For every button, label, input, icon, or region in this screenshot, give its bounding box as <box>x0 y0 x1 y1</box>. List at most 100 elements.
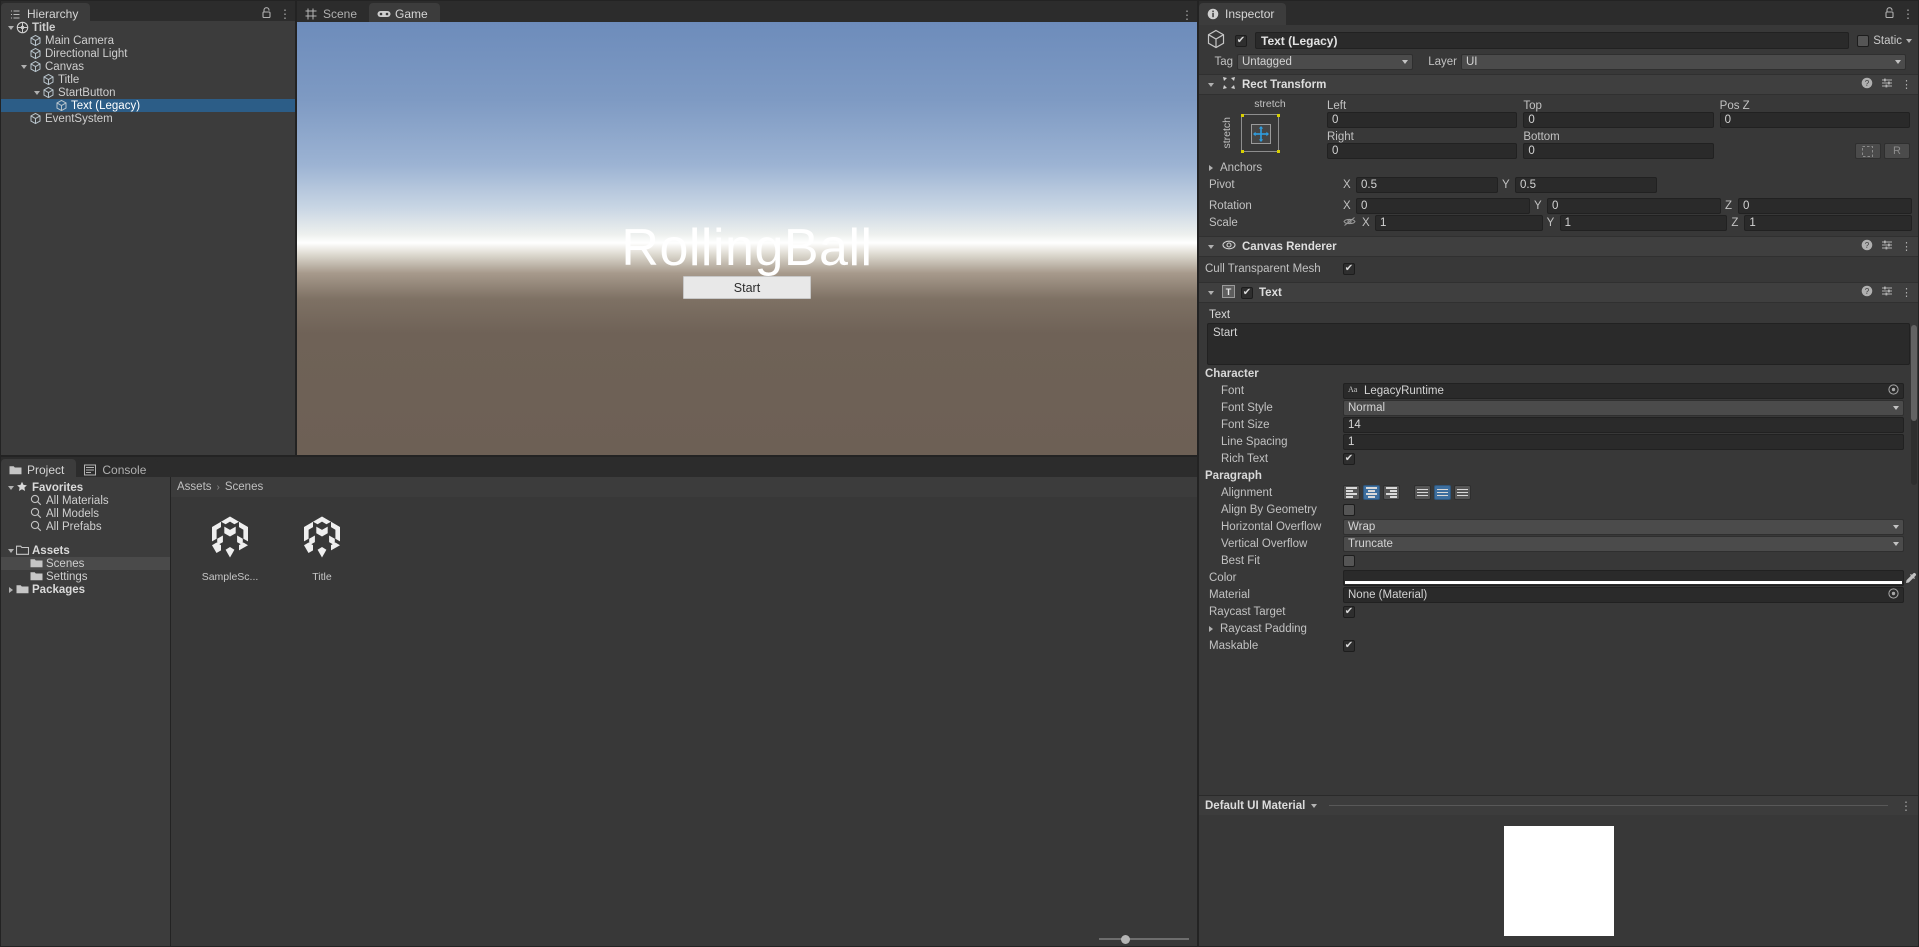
more-menu-icon[interactable]: ⋮ <box>1901 78 1912 91</box>
help-icon[interactable]: ? <box>1861 77 1873 92</box>
rect-field-top-input[interactable]: 0 <box>1523 112 1713 128</box>
foldout-arrow-icon[interactable] <box>1205 623 1216 634</box>
preset-icon[interactable] <box>1881 239 1893 254</box>
foldout-arrow-icon[interactable] <box>18 61 29 72</box>
lock-icon[interactable] <box>261 7 272 21</box>
project-tree-item-assets[interactable]: Assets <box>1 544 170 557</box>
line-spacing-input[interactable]: 1 <box>1343 434 1904 450</box>
static-checkbox[interactable] <box>1857 35 1869 47</box>
vertical-overflow-dropdown[interactable]: Truncate <box>1343 536 1904 552</box>
help-icon[interactable]: ? <box>1861 285 1873 300</box>
hierarchy-item-directional-light[interactable]: Directional Light <box>1 47 295 60</box>
align-center-button[interactable] <box>1363 485 1380 500</box>
eyedropper-icon[interactable] <box>1905 572 1917 587</box>
lock-icon[interactable] <box>1884 7 1895 21</box>
rotation-x-input[interactable]: 0 <box>1356 198 1530 214</box>
asset-size-slider[interactable] <box>1099 938 1189 940</box>
breadcrumb-item[interactable]: Scenes <box>225 481 263 493</box>
footer-material-name[interactable]: Default UI Material <box>1205 800 1305 812</box>
hierarchy-item-eventsystem[interactable]: EventSystem <box>1 112 295 125</box>
asset-item[interactable]: SampleSc... <box>193 511 267 583</box>
component-header-text[interactable]: T ✔ Text ? ⋮ <box>1199 282 1918 303</box>
foldout-arrow-icon[interactable] <box>5 22 16 33</box>
text-value-textarea[interactable]: Start <box>1207 323 1910 365</box>
material-object-field[interactable]: None (Material) <box>1343 587 1904 603</box>
project-tree-item-scenes[interactable]: Scenes <box>1 557 170 570</box>
pivot-x-input[interactable]: 0.5 <box>1356 177 1498 193</box>
layer-dropdown[interactable]: UI <box>1461 54 1906 70</box>
more-menu-icon[interactable]: ⋮ <box>1902 8 1914 20</box>
align-by-geometry-checkbox[interactable] <box>1343 504 1355 516</box>
component-header-rect-transform[interactable]: Rect Transform ? ⋮ <box>1199 74 1918 95</box>
inspector-scrollbar[interactable] <box>1911 325 1917 485</box>
horizontal-overflow-dropdown[interactable]: Wrap <box>1343 519 1904 535</box>
static-toggle[interactable]: Static <box>1857 35 1912 47</box>
align-top-button[interactable] <box>1414 485 1431 500</box>
rotation-y-input[interactable]: 0 <box>1547 198 1721 214</box>
color-field[interactable] <box>1343 570 1904 586</box>
project-tree-item-packages[interactable]: Packages <box>1 583 170 596</box>
constrain-proportions-icon[interactable] <box>1343 216 1356 230</box>
align-left-button[interactable] <box>1343 485 1360 500</box>
rect-field-left-input[interactable]: 0 <box>1327 112 1517 128</box>
pivot-y-input[interactable]: 0.5 <box>1515 177 1657 193</box>
hierarchy-item-title[interactable]: Title <box>1 21 295 34</box>
chevron-down-icon[interactable] <box>1311 804 1317 808</box>
more-menu-icon[interactable]: ⋮ <box>1900 800 1912 812</box>
blueprint-mode-button[interactable] <box>1855 143 1881 159</box>
align-middle-button[interactable] <box>1434 485 1451 500</box>
object-picker-icon[interactable] <box>1888 384 1899 398</box>
chevron-down-icon[interactable] <box>1906 39 1912 43</box>
rect-field-bottom-input[interactable]: 0 <box>1523 143 1713 159</box>
project-tree-item-all-materials[interactable]: All Materials <box>1 494 170 507</box>
cull-transparent-mesh-checkbox[interactable]: ✔ <box>1343 263 1355 275</box>
foldout-arrow-icon[interactable] <box>5 482 16 493</box>
preset-icon[interactable] <box>1881 77 1893 92</box>
hierarchy-item-title[interactable]: Title <box>1 73 295 86</box>
foldout-arrow-icon[interactable] <box>1205 79 1216 90</box>
anchor-preset-widget[interactable]: stretch <box>1199 110 1327 156</box>
anchors-foldout[interactable]: Anchors <box>1199 159 1918 176</box>
more-menu-icon[interactable]: ⋮ <box>1901 240 1912 253</box>
foldout-arrow-icon[interactable] <box>5 584 16 595</box>
gameobject-enabled-checkbox[interactable]: ✔ <box>1235 35 1247 47</box>
foldout-arrow-icon[interactable] <box>1205 241 1216 252</box>
help-icon[interactable]: ? <box>1861 239 1873 254</box>
font-object-field[interactable]: Aa LegacyRuntime <box>1343 383 1904 399</box>
hierarchy-item-text-legacy[interactable]: Text (Legacy) <box>1 99 295 112</box>
text-component-enabled-checkbox[interactable]: ✔ <box>1241 287 1253 299</box>
hierarchy-item-main-camera[interactable]: Main Camera <box>1 34 295 47</box>
raycast-target-checkbox[interactable]: ✔ <box>1343 606 1355 618</box>
game-render-area[interactable]: RollingBall Start <box>297 22 1197 455</box>
project-tree-item-all-prefabs[interactable]: All Prefabs <box>1 520 170 533</box>
scale-x-input[interactable]: 1 <box>1375 215 1543 231</box>
foldout-arrow-icon[interactable] <box>5 545 16 556</box>
hierarchy-item-startbutton[interactable]: StartButton <box>1 86 295 99</box>
project-tree-item-settings[interactable]: Settings <box>1 570 170 583</box>
rich-text-checkbox[interactable]: ✔ <box>1343 453 1355 465</box>
game-start-button[interactable]: Start <box>683 276 811 299</box>
font-size-input[interactable]: 14 <box>1343 417 1904 433</box>
scale-y-input[interactable]: 1 <box>1560 215 1728 231</box>
raycast-padding-foldout[interactable]: Raycast Padding <box>1199 620 1918 637</box>
tab-inspector[interactable]: Inspector <box>1199 3 1286 25</box>
raw-edit-button[interactable]: R <box>1884 143 1910 159</box>
rect-field-posz-input[interactable]: 0 <box>1720 112 1910 128</box>
rotation-z-input[interactable]: 0 <box>1738 198 1912 214</box>
more-menu-icon[interactable]: ⋮ <box>1901 286 1912 299</box>
maskable-checkbox[interactable]: ✔ <box>1343 640 1355 652</box>
hierarchy-item-canvas[interactable]: Canvas <box>1 60 295 73</box>
foldout-arrow-icon[interactable] <box>31 87 42 98</box>
object-picker-icon[interactable] <box>1888 588 1899 602</box>
project-tree-item-all-models[interactable]: All Models <box>1 507 170 520</box>
asset-item[interactable]: Title <box>285 511 359 583</box>
more-menu-icon[interactable]: ⋮ <box>279 8 291 20</box>
best-fit-checkbox[interactable] <box>1343 555 1355 567</box>
preset-icon[interactable] <box>1881 285 1893 300</box>
component-header-canvas-renderer[interactable]: Canvas Renderer ? ⋮ <box>1199 236 1918 257</box>
align-bottom-button[interactable] <box>1454 485 1471 500</box>
more-menu-icon[interactable]: ⋮ <box>1181 9 1193 21</box>
breadcrumb-item[interactable]: Assets <box>177 481 212 493</box>
tag-dropdown[interactable]: Untagged <box>1237 54 1413 70</box>
font-style-dropdown[interactable]: Normal <box>1343 400 1904 416</box>
